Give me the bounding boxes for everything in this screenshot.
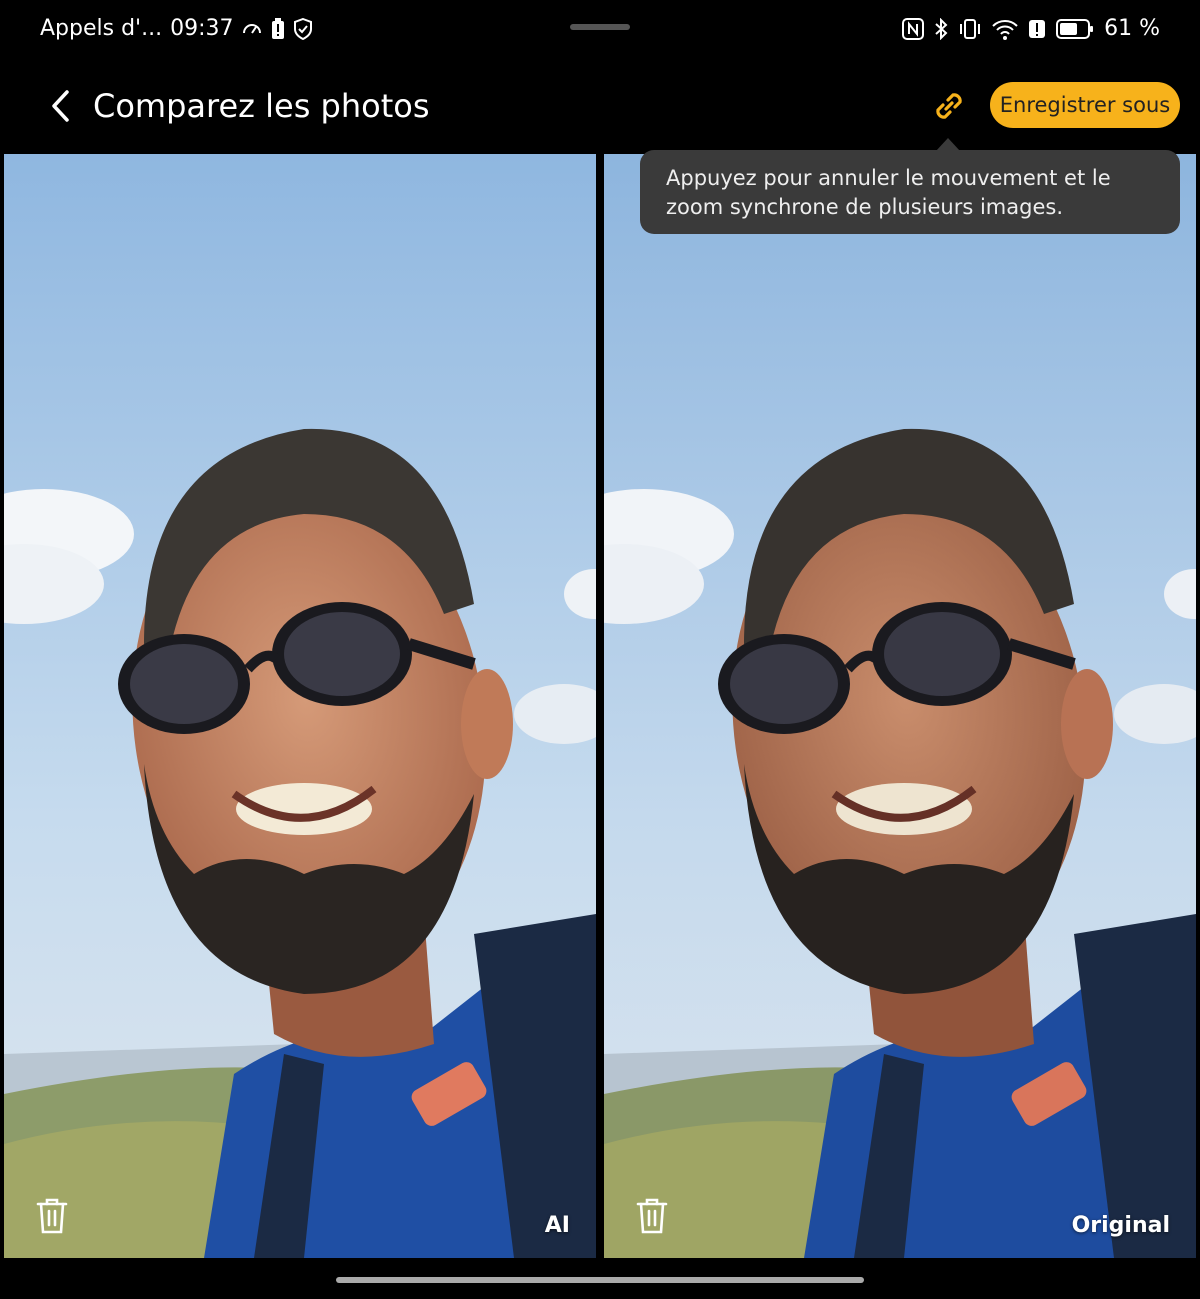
battery-icon (1056, 18, 1094, 39)
top-handle (570, 24, 630, 30)
tooltip-line-1: Appuyez pour annuler le mouvement et le (666, 166, 1111, 190)
status-time: 09:37 (170, 16, 234, 41)
back-button[interactable] (40, 84, 80, 128)
nfc-icon (902, 17, 925, 40)
sync-link-button[interactable] (925, 84, 973, 128)
home-indicator[interactable] (336, 1277, 864, 1283)
battery-percent: 61 % (1104, 16, 1160, 41)
trash-icon (36, 1198, 68, 1234)
shield-icon (293, 17, 313, 40)
photo-panel-ai[interactable]: AI (4, 154, 596, 1258)
speedometer-icon (241, 18, 263, 40)
sync-tooltip[interactable]: Appuyez pour annuler le mouvement et le … (640, 150, 1180, 234)
vibrate-icon (958, 18, 982, 40)
status-bar: Appels d'... 09:37 61 % (0, 0, 1200, 64)
panel-label-original: Original (1071, 1213, 1170, 1238)
delete-button-ai[interactable] (34, 1196, 70, 1236)
bluetooth-icon (934, 17, 948, 40)
chevron-left-icon (52, 90, 69, 122)
save-as-button[interactable]: Enregistrer sous (990, 82, 1180, 128)
status-bar-left: Appels d'... 09:37 (40, 16, 313, 41)
trash-icon (636, 1198, 668, 1234)
status-app-label: Appels d'... (40, 16, 163, 41)
portrait-photo-original (604, 154, 1196, 1258)
portrait-photo-ai (4, 154, 596, 1258)
app-bar: Comparez les photos Enregistrer sous (0, 64, 1200, 152)
delete-button-original[interactable] (634, 1196, 670, 1236)
photo-panel-original[interactable]: Original (604, 154, 1196, 1258)
panel-label-ai: AI (544, 1213, 570, 1238)
battery-alert-icon (271, 17, 285, 40)
alert-icon (1028, 18, 1046, 40)
link-icon (936, 93, 962, 119)
page-title: Comparez les photos (93, 87, 430, 125)
wifi-icon (992, 18, 1018, 40)
tooltip-line-2: zoom synchrone de plusieurs images. (666, 195, 1063, 219)
status-bar-right: 61 % (902, 16, 1160, 41)
